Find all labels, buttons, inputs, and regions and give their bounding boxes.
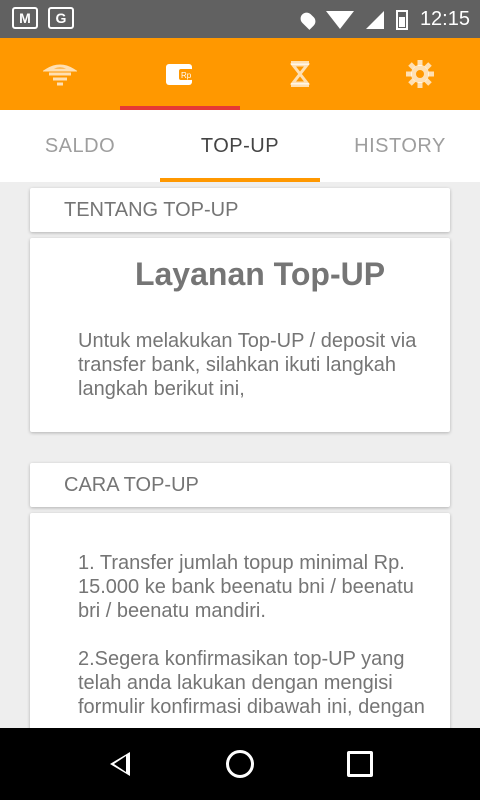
tentang-content-card: Layanan Top-UP Untuk melakukan Top-UP / … [30,238,450,432]
tab-saldo[interactable]: SALDO [0,110,160,182]
tentang-header-card: TENTANG TOP-UP [30,188,450,232]
tab-bar: SALDO TOP-UP HISTORY [0,110,480,182]
status-bar: M G 12:15 [0,0,480,38]
text-line: Untuk melakukan Top-UP / deposit via [78,330,417,352]
step-line: 1. Transfer jumlah topup minimal Rp. [78,552,405,574]
step-line: telah anda lakukan dengan mengisi [78,672,393,694]
text-line: transfer bank, silahkan ikuti langkah [78,354,396,376]
tab-top-up[interactable]: TOP-UP [160,110,320,182]
battery-charging-icon [395,9,408,30]
cara-header-card: CARA TOP-UP [30,463,450,507]
back-icon[interactable] [70,728,170,800]
step-line: bri / beenatu mandiri. [78,600,266,622]
step-line: 15.000 ke bank beenatu bni / beenatu [78,576,414,598]
wallet-rp-icon[interactable]: Rp [120,38,240,110]
status-time: 12:15 [419,8,470,30]
tab-history[interactable]: HISTORY [320,110,480,182]
home-icon[interactable] [190,728,290,800]
section-header: CARA TOP-UP [64,473,199,496]
signal-icon [365,10,384,29]
step-line: 2.Segera konfirmasikan top-UP yang [78,648,405,670]
gmail-icon: M [12,7,38,29]
gear-icon[interactable] [360,38,480,110]
app-toolbar: Rp [0,38,480,110]
tab-active-indicator [160,178,320,182]
navigation-bar [0,728,480,800]
hourglass-icon[interactable] [240,38,360,110]
google-plus-icon: G [48,7,74,29]
recents-icon[interactable] [310,728,410,800]
cara-content-card: 1. Transfer jumlah topup minimal Rp. 15.… [30,513,450,743]
location-icon [298,9,318,30]
wifi-icon [325,10,354,29]
step-line: formulir konfirmasi dibawah ini, dengan [78,696,425,718]
text-line: langkah berikut ini, [78,378,245,400]
lamp-icon[interactable] [0,38,120,110]
section-header: TENTANG TOP-UP [64,198,239,221]
svg-text:Rp: Rp [181,71,192,80]
card-title: Layanan Top-UP [134,256,386,292]
